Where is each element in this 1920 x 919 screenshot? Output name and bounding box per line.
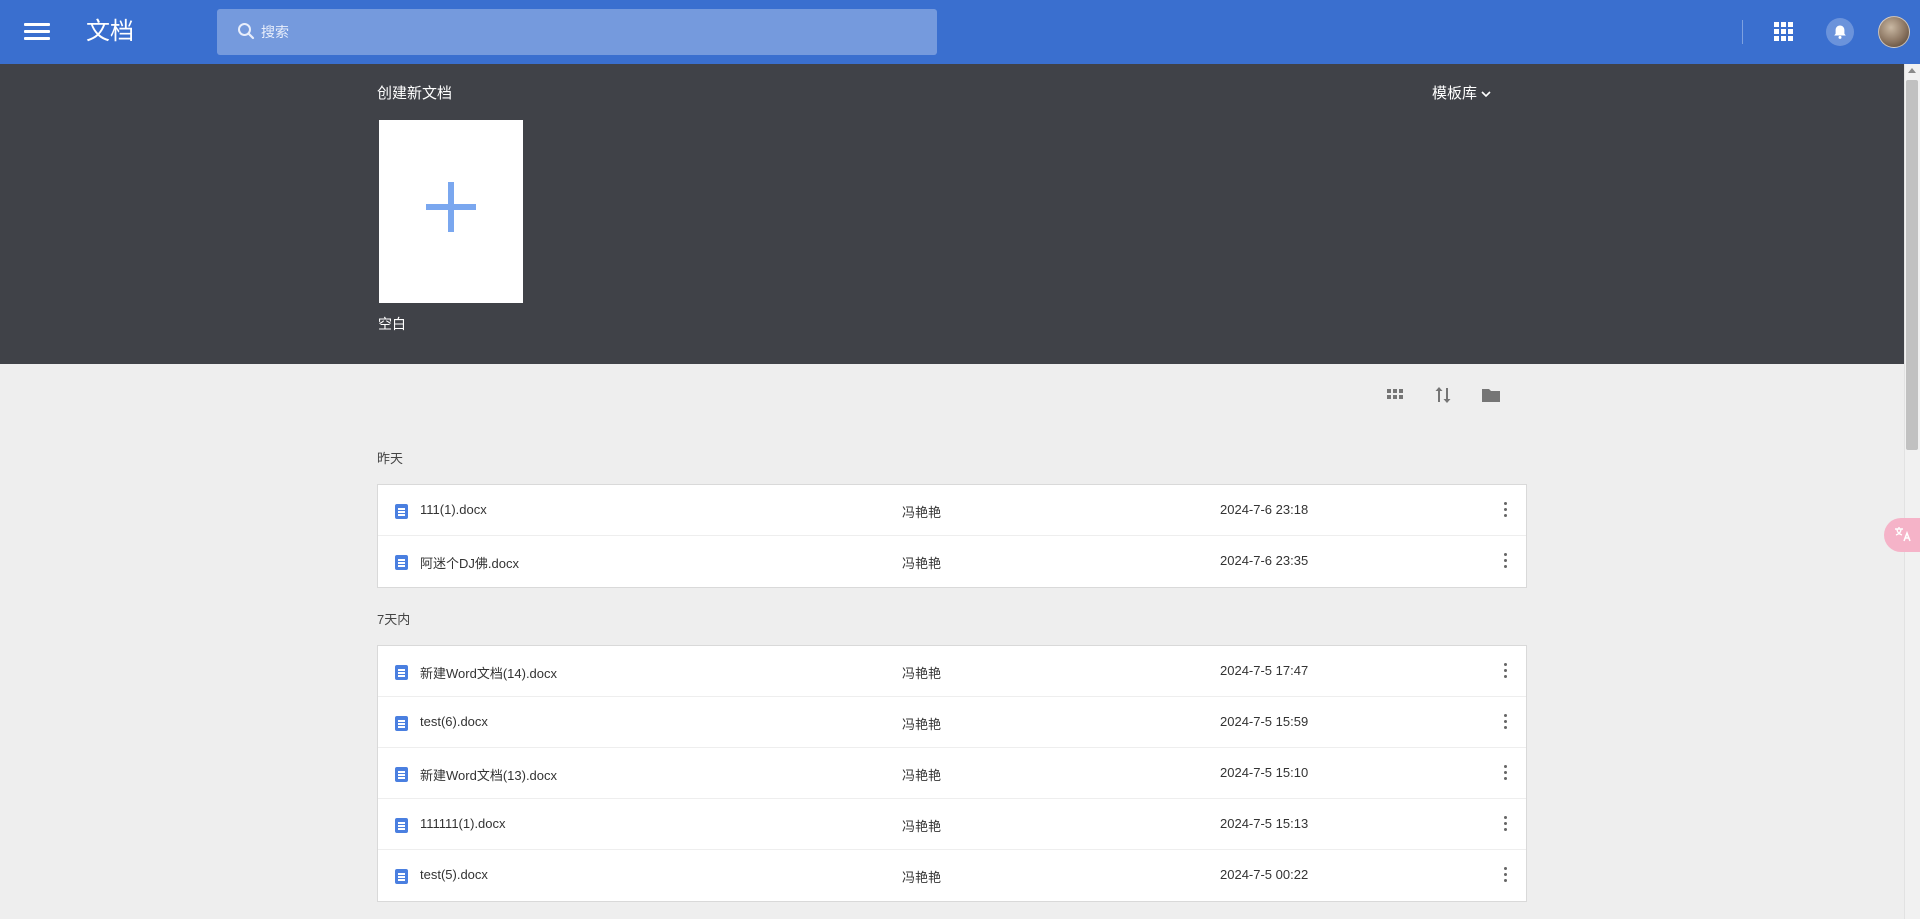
file-list-yesterday: 111(1).docx 冯艳艳 2024-7-6 23:18 阿迷个DJ佛.do… (377, 484, 1527, 588)
file-name: test(5).docx (420, 867, 488, 882)
notification-bell-icon (1834, 25, 1846, 39)
blank-document-label: 空白 (378, 316, 406, 332)
more-options-icon[interactable] (1498, 814, 1514, 834)
search-input[interactable] (261, 9, 921, 55)
file-row[interactable]: 阿迷个DJ佛.docx 冯艳艳 2024-7-6 23:35 (378, 536, 1526, 587)
blank-document-card[interactable] (379, 120, 523, 303)
sort-icon[interactable] (1432, 384, 1454, 406)
document-icon (395, 555, 408, 570)
file-row[interactable]: test(6).docx 冯艳艳 2024-7-5 15:59 (378, 697, 1526, 748)
template-library-label: 模板库 (1432, 85, 1478, 102)
apps-grid-icon[interactable] (1774, 22, 1794, 42)
create-title: 创建新文档 (377, 85, 453, 102)
file-owner: 冯艳艳 (902, 505, 942, 520)
avatar[interactable] (1878, 16, 1910, 48)
file-date: 2024-7-5 15:59 (1220, 714, 1309, 729)
scrollbar-thumb[interactable] (1906, 80, 1918, 450)
file-name: 新建Word文档(14).docx (420, 666, 558, 681)
file-date: 2024-7-6 23:35 (1220, 553, 1309, 568)
document-icon (395, 504, 408, 519)
file-owner: 冯艳艳 (902, 819, 942, 834)
grid-view-icon[interactable] (1384, 384, 1406, 406)
more-options-icon[interactable] (1498, 500, 1514, 520)
toolbar-divider (1742, 20, 1743, 44)
file-row[interactable]: 新建Word文档(13).docx 冯艳艳 2024-7-5 15:10 (378, 748, 1526, 799)
file-owner: 冯艳艳 (902, 870, 942, 885)
file-date: 2024-7-6 23:18 (1220, 502, 1309, 517)
translate-icon (1895, 527, 1911, 542)
file-owner: 冯艳艳 (902, 556, 942, 571)
document-icon (395, 869, 408, 884)
document-icon (395, 665, 408, 680)
more-options-icon[interactable] (1498, 551, 1514, 571)
create-panel: 创建新文档 模板库 空白 (0, 64, 1904, 364)
file-date: 2024-7-5 00:22 (1220, 867, 1309, 882)
file-name: 111(1).docx (420, 502, 487, 517)
translate-float-button[interactable] (1884, 518, 1920, 552)
file-row[interactable]: test(5).docx 冯艳艳 2024-7-5 00:22 (378, 850, 1526, 901)
chevron-down-icon (1481, 91, 1491, 98)
search-icon (238, 23, 255, 40)
app-title: 文档 (86, 18, 134, 45)
file-row[interactable]: 新建Word文档(14).docx 冯艳艳 2024-7-5 17:47 (378, 646, 1526, 697)
folder-icon[interactable] (1480, 384, 1502, 406)
menu-icon[interactable] (24, 20, 50, 44)
more-options-icon[interactable] (1498, 661, 1514, 681)
document-icon (395, 767, 408, 782)
file-row[interactable]: 111111(1).docx 冯艳艳 2024-7-5 15:13 (378, 799, 1526, 850)
template-library-button[interactable]: 模板库 (1432, 82, 1491, 103)
scroll-up-arrow-icon[interactable] (1908, 68, 1916, 73)
bell-icon[interactable] (1826, 18, 1854, 46)
more-options-icon[interactable] (1498, 712, 1514, 732)
file-row[interactable]: 111(1).docx 冯艳艳 2024-7-6 23:18 (378, 485, 1526, 536)
file-owner: 冯艳艳 (902, 768, 942, 783)
file-date: 2024-7-5 17:47 (1220, 663, 1309, 678)
file-date: 2024-7-5 15:13 (1220, 816, 1309, 831)
more-options-icon[interactable] (1498, 865, 1514, 885)
section-label-yesterday: 昨天 (377, 451, 404, 466)
document-icon (395, 716, 408, 731)
document-icon (395, 818, 408, 833)
file-owner: 冯艳艳 (902, 666, 942, 681)
file-date: 2024-7-5 15:10 (1220, 765, 1309, 780)
search-box[interactable] (217, 9, 937, 55)
file-name: 111111(1).docx (420, 816, 506, 831)
section-label-7-days: 7天内 (377, 612, 411, 627)
file-name: 新建Word文档(13).docx (420, 768, 558, 783)
file-name: 阿迷个DJ佛.docx (420, 556, 519, 571)
file-name: test(6).docx (420, 714, 488, 729)
more-options-icon[interactable] (1498, 763, 1514, 783)
top-app-bar: 文档 (0, 0, 1920, 64)
file-owner: 冯艳艳 (902, 717, 942, 732)
file-list-7-days: 新建Word文档(14).docx 冯艳艳 2024-7-5 17:47 tes… (377, 645, 1527, 902)
